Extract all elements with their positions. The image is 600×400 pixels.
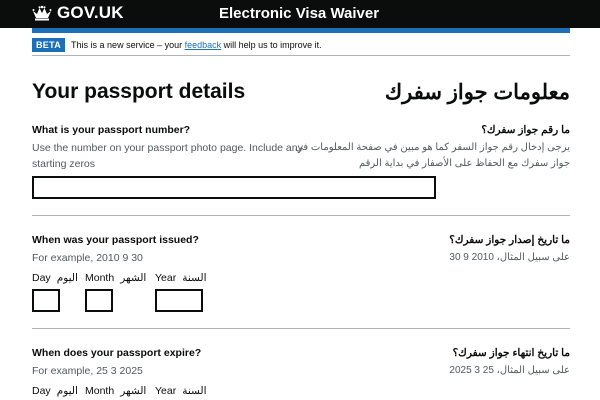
issue-month-label: Month الشهر	[85, 272, 146, 284]
issue-date-hint-arabic: على سبيل المثال، 2010 9 30	[449, 252, 570, 263]
passport-number-hint: Use the number on your passport photo pa…	[32, 140, 303, 172]
issue-year-label-ar: السنة	[182, 272, 207, 284]
issue-month-label-en: Month	[85, 272, 115, 284]
expiry-date-hint-arabic: على سبيل المثال، 25 3 2025	[449, 365, 570, 376]
expiry-month-label: Month الشهر	[85, 385, 146, 397]
feedback-link[interactable]: feedback	[185, 40, 222, 50]
issue-year-label: Year السنة	[155, 272, 207, 284]
passport-number-hint-arabic-line2: جواز سفرك مع الحفاظ على الأصفار في بداية…	[358, 158, 570, 169]
expiry-day-label-ar: اليوم	[56, 385, 78, 397]
phase-banner: BETA This is a new service – your feedba…	[32, 35, 570, 56]
expiry-year-label: Year السنة	[155, 385, 207, 397]
expiry-year-label-ar: السنة	[182, 385, 207, 397]
expiry-month-label-en: Month	[85, 385, 115, 397]
section-divider	[32, 328, 570, 329]
expiry-date-label-arabic: ما تاريخ انتهاء جواز سفرك؟	[452, 347, 570, 359]
issue-year-label-en: Year	[155, 272, 177, 284]
issue-date-label: When was your passport issued?	[32, 234, 199, 246]
expiry-month-label-ar: الشهر	[120, 385, 147, 397]
issue-month-label-ar: الشهر	[120, 272, 147, 284]
passport-number-hint-arabic: يرجى إدخال رقم جواز السفر كما هو مبين في…	[295, 140, 570, 172]
page-title-arabic: معلومات جواز سفرك	[384, 81, 570, 104]
section-divider	[32, 215, 570, 216]
phase-text-before: This is a new service – your	[71, 40, 185, 50]
beta-tag: BETA	[32, 38, 66, 52]
expiry-day-label: Day اليوم	[32, 385, 78, 397]
issue-date-hint: For example, 2010 9 30	[32, 252, 143, 264]
expiry-year-label-en: Year	[155, 385, 177, 397]
logo-text: GOV.UK	[57, 3, 124, 22]
service-name-link[interactable]: Electronic Visa Waiver	[219, 5, 379, 22]
site-header: GOV.UK Electronic Visa Waiver	[0, 0, 600, 28]
govuk-logo-link[interactable]: GOV.UK	[32, 3, 124, 23]
issue-day-label-ar: اليوم	[56, 272, 78, 284]
expiry-day-label-en: Day	[32, 385, 51, 397]
issue-date-label-arabic: ما تاريخ إصدار جواز سفرك؟	[449, 234, 570, 246]
passport-number-hint-arabic-line1: يرجى إدخال رقم جواز السفر كما هو مبين في…	[295, 142, 570, 153]
phase-text-after: will help us to improve it.	[221, 40, 322, 50]
passport-number-input[interactable]	[32, 176, 436, 199]
passport-number-hint-line1: Use the number on your passport photo pa…	[32, 142, 303, 154]
passport-number-hint-line2: starting zeros	[32, 158, 96, 170]
phase-banner-text: This is a new service – your feedback wi…	[71, 40, 322, 50]
issue-day-input[interactable]	[32, 289, 60, 312]
issue-day-label: Day اليوم	[32, 272, 78, 284]
expiry-date-hint: For example, 25 3 2025	[32, 365, 143, 377]
issue-month-input[interactable]	[85, 289, 113, 312]
expiry-date-label: When does your passport expire?	[32, 347, 202, 359]
passport-number-label: What is your passport number?	[32, 124, 191, 136]
issue-year-input[interactable]	[155, 289, 203, 312]
crown-icon	[32, 5, 52, 21]
header-accent-bar	[32, 28, 570, 33]
issue-day-label-en: Day	[32, 272, 51, 284]
passport-number-label-arabic: ما رقم جواز سفرك؟	[481, 124, 570, 136]
page-title: Your passport details	[32, 80, 246, 103]
